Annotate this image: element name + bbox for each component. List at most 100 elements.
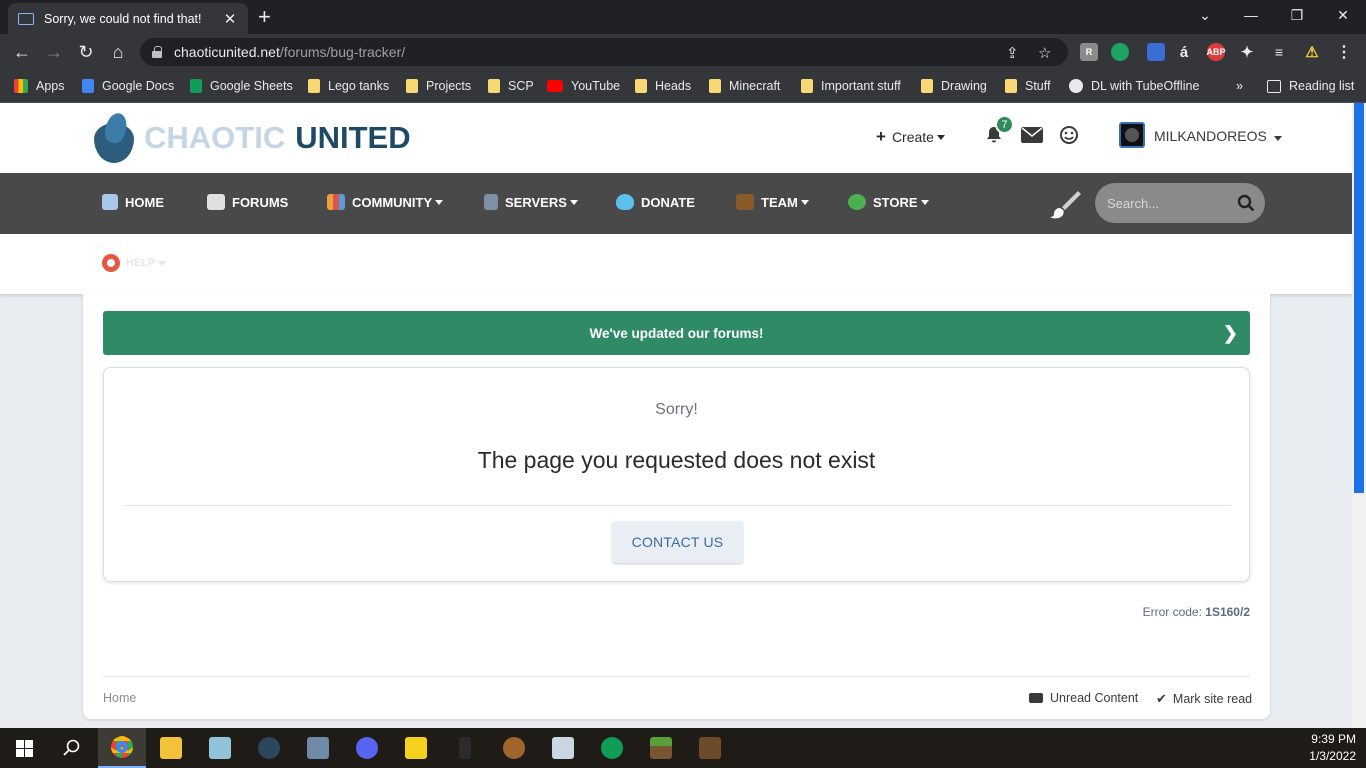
extensions-puzzle-icon[interactable]: ✦ bbox=[1238, 43, 1256, 61]
messages-envelope-icon[interactable] bbox=[1021, 124, 1043, 146]
browser-tab[interactable]: Sorry, we could not find that! ✕ bbox=[8, 3, 248, 34]
media-control-icon[interactable]: ≡ bbox=[1270, 43, 1288, 61]
taskbar-discord[interactable] bbox=[343, 728, 391, 768]
bookmark-projects[interactable]: Projects bbox=[406, 76, 471, 96]
unread-content-link[interactable]: Unread Content bbox=[1029, 691, 1138, 705]
lock-icon[interactable] bbox=[152, 46, 162, 58]
nav-forums[interactable]: FORUMS bbox=[207, 194, 288, 210]
bookmark-google-sheets[interactable]: Google Sheets bbox=[190, 76, 293, 96]
nav-servers[interactable]: SERVERS bbox=[484, 194, 578, 210]
extension-accent-icon[interactable]: á bbox=[1175, 43, 1193, 61]
share-icon[interactable]: ⇪ bbox=[1006, 44, 1019, 62]
back-button[interactable]: ← bbox=[10, 40, 34, 64]
restore-button[interactable]: ❐ bbox=[1274, 0, 1320, 30]
forum-update-notice[interactable]: We've updated our forums! ❯ bbox=[103, 311, 1250, 355]
search-box[interactable] bbox=[1095, 183, 1265, 223]
nav-help[interactable]: HELP bbox=[102, 254, 167, 272]
tab-search-chevron-icon[interactable]: ⌄ bbox=[1182, 0, 1228, 30]
taskbar-search-button[interactable] bbox=[48, 728, 96, 768]
page-scrollbar[interactable] bbox=[1352, 103, 1366, 728]
search-input[interactable] bbox=[1107, 195, 1227, 211]
search-icon[interactable] bbox=[1237, 194, 1255, 212]
grass-block-icon bbox=[650, 737, 672, 759]
taskbar-cookie-clicker[interactable] bbox=[490, 728, 538, 768]
extension-pen-icon[interactable] bbox=[1147, 43, 1165, 61]
folder-icon bbox=[709, 79, 721, 93]
home-button[interactable]: ⌂ bbox=[106, 40, 130, 64]
nav-label: TEAM bbox=[761, 194, 798, 210]
taskbar-hangouts[interactable] bbox=[588, 728, 636, 768]
site-logo[interactable]: CHAOTIC UNITED bbox=[92, 110, 411, 165]
extension-abp-icon[interactable]: ABP bbox=[1207, 43, 1226, 61]
google-docs-icon bbox=[82, 79, 94, 93]
style-chooser-brush-icon[interactable] bbox=[1048, 189, 1082, 219]
heart-icon bbox=[616, 194, 634, 210]
taskbar-app-3[interactable] bbox=[196, 728, 244, 768]
taskbar-minecraft-launcher[interactable] bbox=[686, 728, 734, 768]
contact-us-button[interactable]: CONTACT US bbox=[612, 521, 743, 563]
taskbar-sticky-notes[interactable] bbox=[392, 728, 440, 768]
bookmark-youtube[interactable]: YouTube bbox=[547, 76, 620, 96]
nav-donate[interactable]: DONATE bbox=[616, 194, 695, 210]
mark-site-read-link[interactable]: ✔ Mark site read bbox=[1156, 691, 1252, 707]
app-icon bbox=[459, 737, 471, 759]
error-panel: Sorry! The page you requested does not e… bbox=[103, 367, 1250, 582]
folder-icon bbox=[921, 79, 933, 93]
sub-navbar: HELP bbox=[0, 234, 1352, 294]
extension-green-icon[interactable] bbox=[1111, 43, 1129, 61]
bookmark-stuff[interactable]: Stuff bbox=[1005, 76, 1050, 96]
avatar[interactable] bbox=[1119, 122, 1145, 148]
nav-store[interactable]: STORE bbox=[848, 194, 929, 210]
sticky-notes-icon bbox=[405, 737, 427, 759]
minimize-button[interactable]: — bbox=[1228, 0, 1274, 30]
nav-team[interactable]: TEAM bbox=[736, 194, 809, 210]
bookmark-scp[interactable]: SCP bbox=[488, 76, 534, 96]
close-window-button[interactable]: ✕ bbox=[1320, 0, 1366, 30]
scrollbar-thumb[interactable] bbox=[1354, 103, 1364, 493]
taskbar-minecraft[interactable] bbox=[637, 728, 685, 768]
system-clock[interactable]: 9:39 PM 1/3/2022 bbox=[1309, 731, 1356, 765]
create-button[interactable]: + Create bbox=[876, 127, 945, 147]
bookmarks-bar: Apps Google Docs Google Sheets Lego tank… bbox=[0, 70, 1366, 103]
more-bookmarks-icon[interactable]: » bbox=[1236, 76, 1243, 96]
bookmark-heads[interactable]: Heads bbox=[635, 76, 691, 96]
bookmark-important-stuff[interactable]: Important stuff bbox=[801, 76, 901, 96]
nav-community[interactable]: COMMUNITY bbox=[327, 194, 444, 210]
username: MILKANDOREOS bbox=[1154, 128, 1267, 144]
bookmark-drawing[interactable]: Drawing bbox=[921, 76, 987, 96]
bookmark-dl-tubeoffline[interactable]: DL with TubeOffline bbox=[1069, 76, 1199, 96]
reading-list[interactable]: Reading list bbox=[1267, 76, 1354, 96]
taskbar-steam[interactable] bbox=[245, 728, 293, 768]
tab-close-icon[interactable]: ✕ bbox=[222, 10, 238, 28]
nav-home[interactable]: HOME bbox=[102, 194, 164, 210]
chevron-down-icon bbox=[936, 134, 945, 140]
extension-r-icon[interactable]: R bbox=[1080, 43, 1098, 61]
bookmark-star-icon[interactable]: ☆ bbox=[1038, 44, 1051, 62]
chevron-down-icon bbox=[1273, 136, 1282, 141]
address-bar[interactable]: chaoticunited.net/forums/bug-tracker/ ⇪ … bbox=[140, 38, 1068, 66]
start-button[interactable] bbox=[0, 728, 48, 768]
chevron-right-icon[interactable]: ❯ bbox=[1223, 323, 1238, 344]
taskbar-file-explorer[interactable] bbox=[147, 728, 195, 768]
taskbar-paint[interactable] bbox=[539, 728, 587, 768]
taskbar-calculator[interactable] bbox=[294, 728, 342, 768]
clock-date: 1/3/2022 bbox=[1309, 749, 1356, 763]
site-header: CHAOTIC UNITED + Create 7 MILKANDOREOS bbox=[0, 103, 1352, 173]
taskbar-app-8[interactable] bbox=[441, 728, 489, 768]
user-menu[interactable]: MILKANDOREOS bbox=[1154, 128, 1282, 144]
bookmark-lego-tanks[interactable]: Lego tanks bbox=[308, 76, 389, 96]
forward-button[interactable]: → bbox=[42, 40, 66, 64]
browser-menu-icon[interactable]: ⋮ bbox=[1335, 43, 1353, 61]
bookmark-minecraft[interactable]: Minecraft bbox=[709, 76, 780, 96]
error-message: The page you requested does not exist bbox=[477, 447, 876, 473]
bookmark-apps[interactable]: Apps bbox=[14, 76, 65, 96]
divider bbox=[124, 505, 1231, 506]
warning-icon[interactable]: ⚠ bbox=[1303, 43, 1321, 61]
bookmark-label: Projects bbox=[426, 79, 472, 93]
breadcrumb-home[interactable]: Home bbox=[103, 691, 136, 705]
taskbar-chrome[interactable] bbox=[98, 728, 146, 768]
bookmark-google-docs[interactable]: Google Docs bbox=[82, 76, 174, 96]
reactions-smiley-icon[interactable] bbox=[1058, 124, 1080, 146]
new-tab-button[interactable]: + bbox=[258, 4, 271, 30]
reload-button[interactable]: ↻ bbox=[74, 40, 98, 64]
